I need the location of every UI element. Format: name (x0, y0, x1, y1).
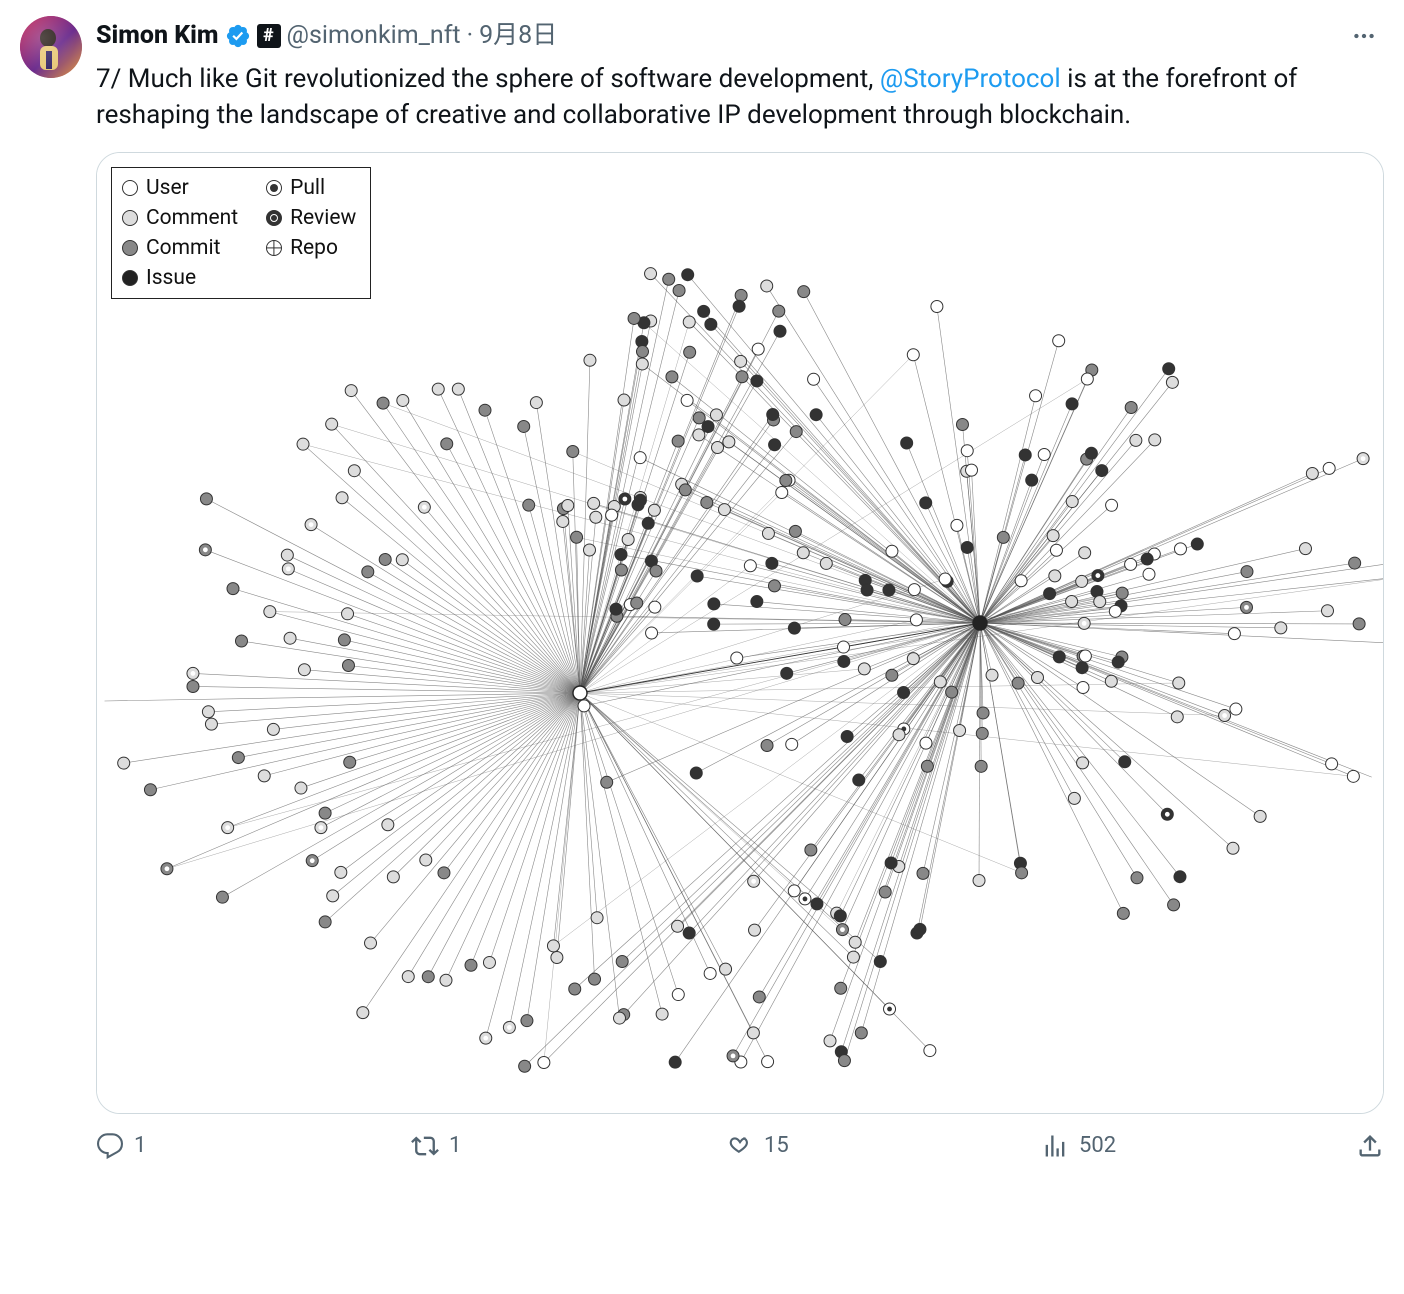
like-button[interactable]: 15 (726, 1132, 826, 1160)
tweet-text: 7/ Much like Git revolutionized the sphe… (96, 62, 1384, 134)
hash-badge-icon: # (257, 24, 281, 48)
dot-separator: · (467, 21, 474, 51)
network-graph (97, 153, 1383, 1113)
share-button[interactable] (1356, 1132, 1384, 1160)
retweet-button[interactable]: 1 (411, 1132, 511, 1160)
tweet: Simon Kim # @simonkim_nft · 9月8日 7/ Much… (0, 0, 1404, 1170)
tweet-header: Simon Kim # @simonkim_nft · 9月8日 (96, 16, 1384, 56)
retweet-icon (411, 1132, 439, 1160)
tweet-date[interactable]: 9月8日 (479, 21, 557, 51)
like-count: 15 (764, 1133, 789, 1158)
avatar[interactable] (20, 16, 82, 78)
reply-count: 1 (134, 1133, 146, 1158)
display-name[interactable]: Simon Kim (96, 21, 219, 51)
views-button[interactable]: 502 (1041, 1132, 1141, 1160)
media-card[interactable]: User Pull Comment Review Commit Repo Iss… (96, 152, 1384, 1114)
share-icon (1356, 1132, 1384, 1160)
views-count: 502 (1079, 1133, 1116, 1158)
retweet-count: 1 (449, 1133, 461, 1158)
verified-badge-icon (225, 23, 251, 49)
media-image: User Pull Comment Review Commit Repo Iss… (97, 153, 1383, 1113)
tweet-text-part1: 7/ Much like Git revolutionized the sphe… (96, 64, 880, 94)
handle[interactable]: @simonkim_nft (287, 21, 461, 51)
views-icon (1041, 1132, 1069, 1160)
mention-link[interactable]: @StoryProtocol (880, 64, 1061, 94)
tweet-actions: 1 1 15 (96, 1128, 1384, 1170)
heart-icon (726, 1132, 754, 1160)
more-button[interactable] (1344, 16, 1384, 56)
tweet-body: Simon Kim # @simonkim_nft · 9月8日 7/ Much… (96, 16, 1384, 1170)
reply-button[interactable]: 1 (96, 1132, 196, 1160)
reply-icon (96, 1132, 124, 1160)
